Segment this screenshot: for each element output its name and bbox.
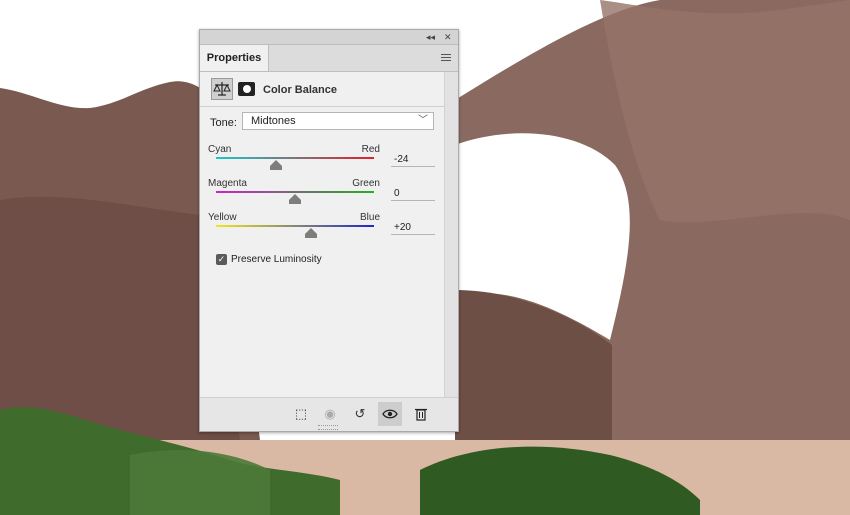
adjustment-header: Color Balance [200, 72, 458, 107]
tone-label: Tone: [210, 117, 237, 129]
slider-left-label: Yellow [208, 212, 237, 223]
panel-scrollbar[interactable] [444, 72, 458, 397]
preserve-luminosity-checkbox[interactable]: ✓ [216, 254, 227, 265]
resize-grip[interactable] [318, 425, 338, 430]
toggle-visibility-icon[interactable] [378, 402, 402, 426]
magenta-green-slider: Magenta Green 0 [200, 178, 458, 212]
clip-to-layer-icon[interactable]: ⬚ [289, 402, 313, 426]
layer-mask-icon[interactable] [238, 82, 255, 96]
slider-right-label: Green [352, 178, 380, 189]
slider-value-input[interactable]: -24 [391, 153, 435, 167]
slider-thumb[interactable] [270, 160, 283, 170]
tone-dropdown[interactable]: Midtones ﹀ [242, 112, 434, 130]
preserve-luminosity-label: Preserve Luminosity [231, 254, 322, 265]
adjustment-title: Color Balance [263, 84, 337, 96]
slider-track[interactable] [216, 191, 374, 193]
double-chevron-left-icon[interactable]: ◂◂ [426, 30, 435, 44]
cyan-red-slider: Cyan Red -24 [200, 144, 458, 178]
panel-bottom-bar: ⬚ ◉ ↺ [200, 397, 458, 431]
slider-track[interactable] [216, 157, 374, 159]
reset-icon[interactable]: ↺ [348, 402, 372, 426]
slider-thumb[interactable] [289, 194, 301, 204]
slider-value-input[interactable]: +20 [391, 221, 435, 235]
tab-properties[interactable]: Properties [200, 45, 269, 71]
yellow-blue-slider: Yellow Blue +20 [200, 212, 458, 246]
slider-left-label: Magenta [208, 178, 247, 189]
slider-track[interactable] [216, 225, 374, 227]
slider-right-label: Blue [359, 212, 380, 223]
view-previous-state-icon[interactable]: ◉ [318, 402, 342, 426]
close-icon[interactable]: ✕ [444, 30, 452, 44]
color-balance-icon[interactable] [211, 78, 233, 100]
delete-icon[interactable] [409, 402, 433, 426]
slider-value-input[interactable]: 0 [391, 187, 435, 201]
tab-row: Properties [200, 45, 458, 72]
panel-menu-icon[interactable] [441, 54, 451, 62]
panel-titlebar[interactable]: ◂◂ ✕ [200, 30, 458, 45]
slider-left-label: Cyan [208, 144, 232, 155]
chevron-down-icon: ﹀ [418, 115, 428, 126]
tone-value: Midtones [251, 115, 296, 127]
properties-panel: ◂◂ ✕ Properties Color Balance Tone: Midt… [199, 29, 459, 432]
slider-right-label: Red [361, 144, 380, 155]
slider-thumb[interactable] [304, 228, 317, 238]
